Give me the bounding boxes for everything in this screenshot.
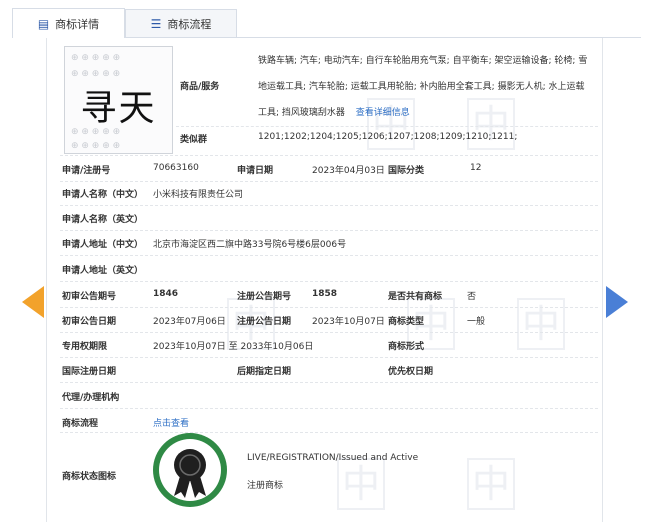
divider bbox=[176, 126, 598, 127]
address-cn-value: 北京市海淀区西二旗中路33号院6号楼6层006号 bbox=[153, 240, 347, 250]
divider bbox=[60, 181, 598, 182]
goods-label: 商品/服务 bbox=[180, 82, 220, 92]
status-en-text: LIVE/REGISTRATION/Issued and Active bbox=[247, 453, 419, 463]
tm-type-label: 商标类型 bbox=[388, 317, 425, 327]
list-icon: ☰ bbox=[150, 16, 162, 31]
registered-status-icon bbox=[153, 433, 227, 507]
watermark: 中 bbox=[337, 458, 385, 510]
priority-date-label: 优先权日期 bbox=[388, 367, 434, 377]
divider bbox=[60, 332, 598, 333]
reg-notice-date-value: 2023年10月07日 bbox=[312, 317, 385, 327]
reg-notice-no-label: 注册公告期号 bbox=[237, 292, 292, 302]
watermark: 中 bbox=[517, 298, 565, 350]
goods-text: 铁路车辆; 汽车; 电动汽车; 自行车轮胎用充气泵; 自平衡车; 架空运输设备;… bbox=[258, 56, 588, 118]
document-icon: ▤ bbox=[37, 16, 50, 31]
prelim-no-label: 初审公告期号 bbox=[62, 292, 117, 302]
previous-arrow-icon[interactable] bbox=[22, 286, 44, 318]
divider bbox=[60, 307, 598, 308]
divider bbox=[60, 382, 598, 383]
similar-group-label: 类似群 bbox=[180, 135, 208, 145]
goods-list: 铁路车辆; 汽车; 电动汽车; 自行车轮胎用充气泵; 自平衡车; 架空运输设备;… bbox=[258, 48, 588, 126]
agent-label: 代理/办理机构 bbox=[62, 393, 120, 403]
tm-type-value: 一般 bbox=[467, 317, 486, 327]
prelim-date-label: 初审公告日期 bbox=[62, 317, 117, 327]
reg-no-value: 70663160 bbox=[153, 163, 199, 173]
exclusive-period-value: 2023年10月07日 至 2033年10月06日 bbox=[153, 342, 314, 352]
similar-group-value: 1201;1202;1204;1205;1206;1207;1208;1209;… bbox=[258, 132, 518, 142]
status-icon-label: 商标状态图标 bbox=[62, 472, 117, 482]
process-label: 商标流程 bbox=[62, 419, 99, 429]
applicant-cn-value: 小米科技有限责任公司 bbox=[153, 190, 244, 200]
tab-label: 商标流程 bbox=[167, 17, 212, 31]
tab-trademark-process[interactable]: ☰ 商标流程 bbox=[125, 9, 237, 37]
tab-trademark-details[interactable]: ▤ 商标详情 bbox=[12, 8, 125, 38]
applicant-en-label: 申请人名称（英文） bbox=[62, 215, 144, 225]
reg-no-label: 申请/注册号 bbox=[62, 166, 111, 176]
divider bbox=[60, 281, 598, 282]
trademark-text: 寻天 bbox=[80, 88, 157, 129]
view-process-link[interactable]: 点击查看 bbox=[153, 416, 189, 429]
more-details-link[interactable]: 查看详细信息 bbox=[356, 108, 410, 118]
address-cn-label: 申请人地址（中文） bbox=[62, 240, 144, 250]
divider bbox=[60, 205, 598, 206]
applicant-cn-label: 申请人名称（中文） bbox=[62, 190, 144, 200]
divider bbox=[60, 230, 598, 231]
status-cn-text: 注册商标 bbox=[247, 481, 284, 491]
prelim-no-value: 1846 bbox=[153, 289, 179, 299]
apply-date-value: 2023年04月03日 bbox=[312, 166, 385, 176]
intl-class-label: 国际分类 bbox=[388, 166, 425, 176]
address-en-label: 申请人地址（英文） bbox=[62, 266, 144, 276]
tab-bar: ▤ 商标详情 ☰ 商标流程 bbox=[0, 0, 647, 38]
exclusive-period-label: 专用权期限 bbox=[62, 342, 108, 352]
trademark-image: ⊕ ⊕ ⊕ ⊕ ⊕ ⊕ ⊕ ⊕ ⊕ ⊕ ⊕ ⊕ ⊕ ⊕ ⊕ ⊕ ⊕ ⊕ ⊕ ⊕ … bbox=[64, 46, 173, 154]
later-date-label: 后期指定日期 bbox=[237, 367, 292, 377]
tab-label: 商标详情 bbox=[55, 17, 100, 31]
divider bbox=[60, 357, 598, 358]
reg-notice-date-label: 注册公告日期 bbox=[237, 317, 292, 327]
apply-date-label: 申请日期 bbox=[237, 166, 274, 176]
watermark: 中 bbox=[467, 458, 515, 510]
divider bbox=[60, 408, 598, 409]
prelim-date-value: 2023年07月06日 bbox=[153, 317, 226, 327]
divider bbox=[60, 432, 598, 433]
intl-class-value: 12 bbox=[470, 163, 482, 173]
tm-form-label: 商标形式 bbox=[388, 342, 425, 352]
reg-notice-no-value: 1858 bbox=[312, 289, 338, 299]
intl-reg-date-label: 国际注册日期 bbox=[62, 367, 117, 377]
next-arrow-icon[interactable] bbox=[606, 286, 628, 318]
shared-label: 是否共有商标 bbox=[388, 292, 443, 302]
shared-value: 否 bbox=[467, 292, 477, 302]
divider bbox=[60, 255, 598, 256]
divider bbox=[60, 155, 598, 156]
